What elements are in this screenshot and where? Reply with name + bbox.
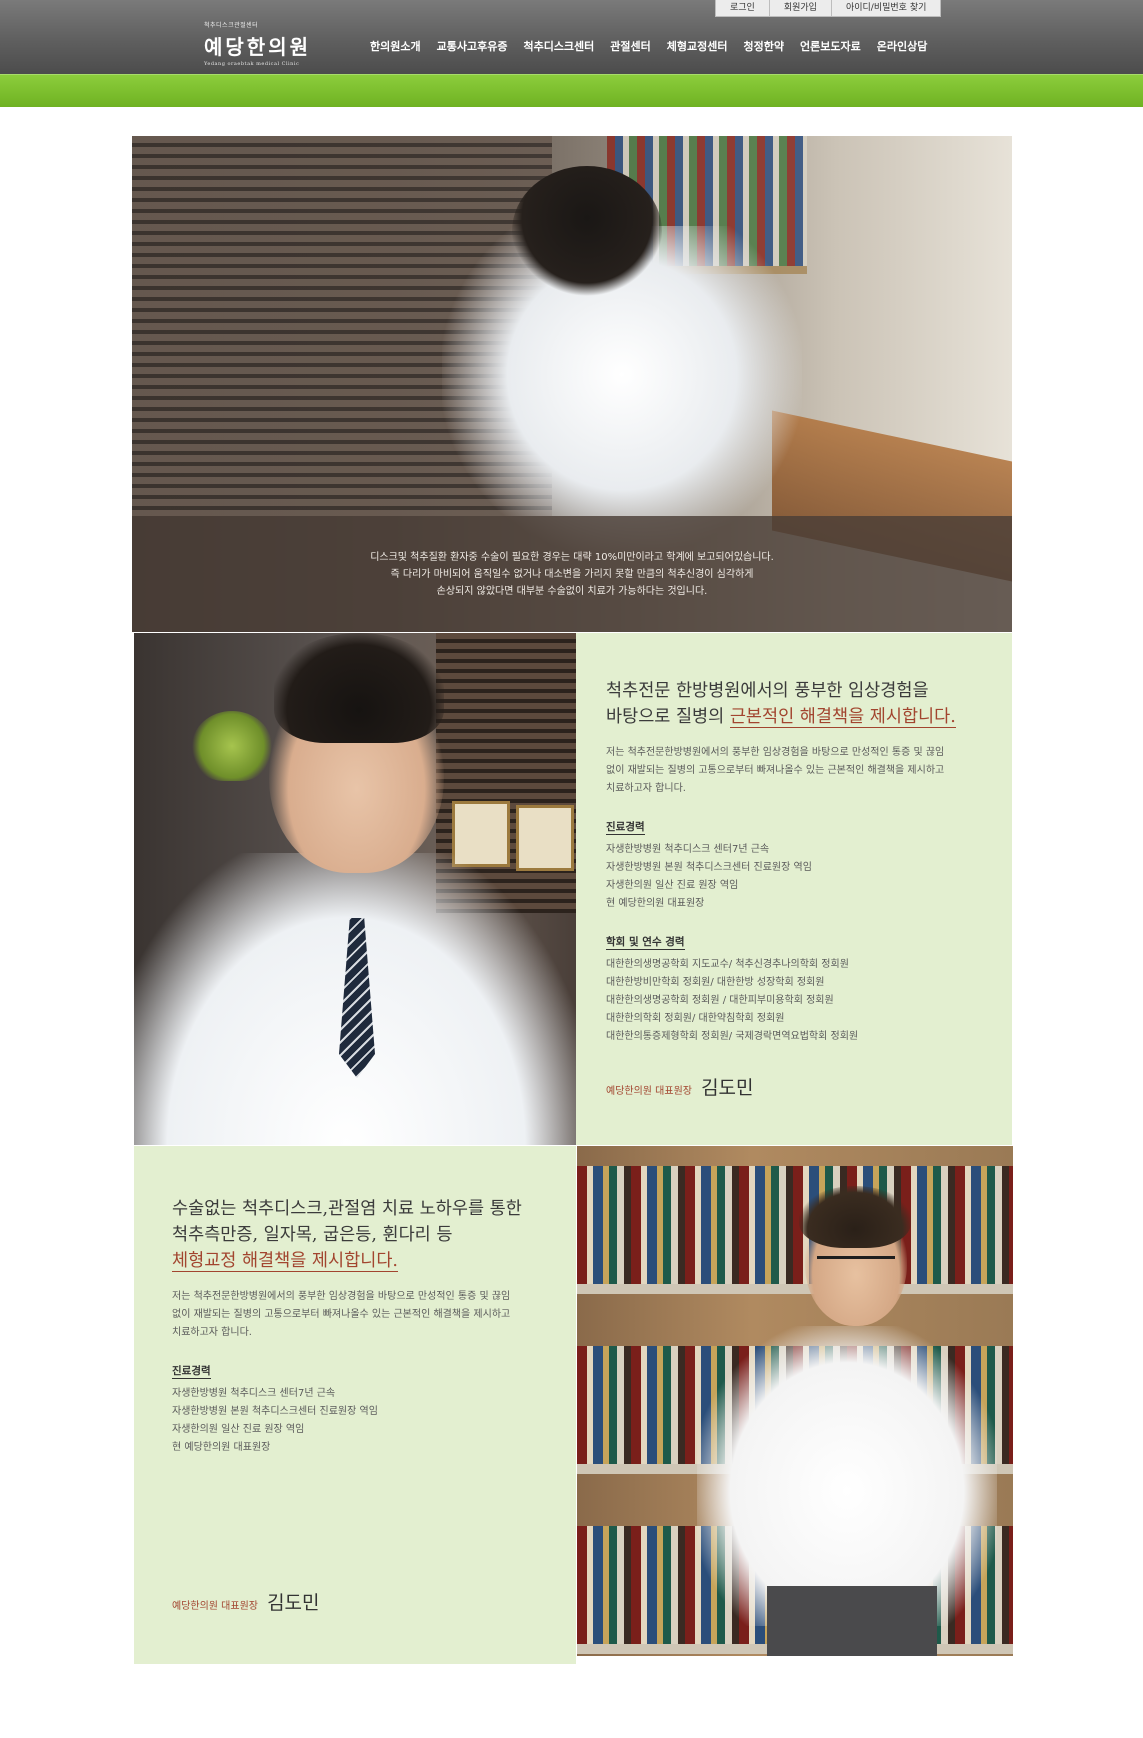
bookshelf-row — [577, 1166, 1013, 1294]
glasses — [817, 1256, 895, 1277]
list-item: 대한한의통증제형학회 정회원/ 국제경락면역요법학회 정회원 — [606, 1031, 859, 1042]
nav-item-joint[interactable]: 관절센터 — [610, 38, 650, 54]
signup-link[interactable]: 회원가입 — [770, 0, 832, 16]
profile-headline: 수술없는 척추디스크,관절염 치료 노하우를 통한 척추측만증, 일자목, 굽은… — [172, 1196, 522, 1274]
list-item: 자생한의원 일산 진료 원장 역임 — [172, 1424, 305, 1435]
list-item: 현 예당한의원 대표원장 — [172, 1442, 271, 1453]
hero-caption-line: 즉 다리가 마비되어 움직일수 없거나 대소변을 가리지 못할 만큼의 척추신경… — [390, 568, 754, 580]
list-item: 자생한방병원 척추디스크 센터7년 근속 — [606, 844, 770, 855]
hero-caption-line: 손상되지 않았다면 대부분 수술없이 치료가 가능하다는 것입니다. — [436, 585, 708, 597]
white-shirt — [697, 1326, 997, 1626]
intro-line: 저는 척추전문한방병원에서의 풍부한 임상경험을 바탕으로 만성적인 통증 및 … — [172, 1291, 511, 1302]
doctor-hair — [274, 633, 444, 743]
dark-trousers — [767, 1586, 937, 1656]
main-nav: 한의원소개 교통사고후유증 척추디스크센터 관절센터 체형교정센터 청정한약 언… — [370, 38, 943, 54]
intro-line: 없이 재발되는 질병의 고통으로부터 빠져나올수 있는 근본적인 해결책을 제시… — [606, 765, 945, 776]
hero-treatment-photo: 디스크및 척추질환 환자중 수술이 필요한 경우는 대략 10%미만이라고 학계… — [132, 136, 1012, 632]
profile-headline: 척추전문 한방병원에서의 풍부한 임상경험을 바탕으로 질병의 근본적인 해결책… — [606, 678, 956, 730]
academic-list: 대한한의생명공학회 지도교수/ 척추신경추나의학회 정회원 대한한방비만학회 정… — [606, 956, 956, 1046]
headline-text: 바탕으로 질병의 — [606, 707, 730, 727]
site-logo[interactable]: 척추디스크관절센터 예당한의원 Yedang oraebtak medical … — [204, 20, 311, 67]
nav-item-herbal[interactable]: 청정한약 — [744, 38, 784, 54]
headline-accent: 체형교정 해결책을 제시합니다. — [172, 1251, 398, 1272]
headline-line: 바탕으로 질병의 근본적인 해결책을 제시합니다. — [606, 704, 956, 730]
career-list: 자생한방병원 척추디스크 센터7년 근속 자생한방병원 본원 척추디스크센터 진… — [172, 1385, 522, 1457]
doctor-hair — [799, 1186, 911, 1248]
headline-line: 척추전문 한방병원에서의 풍부한 임상경험을 — [606, 681, 929, 701]
intro-line: 치료하고자 합니다. — [172, 1327, 252, 1338]
list-item: 대한한의생명공학회 정회원 / 대한피부미용학회 정회원 — [606, 995, 834, 1006]
headline-line: 척추측만증, 일자목, 굽은등, 휜다리 등 — [172, 1225, 453, 1245]
logo-subtitle: 척추디스크관절센터 — [204, 22, 259, 29]
doctor-signature: 예당한의원 대표원장 김도민 — [172, 1588, 320, 1615]
find-account-link[interactable]: 아이디/비밀번호 찾기 — [832, 0, 940, 16]
nav-item-press[interactable]: 언론보도자료 — [800, 38, 861, 54]
green-banner-bar — [0, 74, 1143, 107]
career-title: 진료경력 — [606, 821, 645, 835]
list-item: 대한한의학회 정회원/ 대한약침학회 정회원 — [606, 1013, 785, 1024]
headline-line: 체형교정 해결책을 제시합니다. — [172, 1248, 522, 1274]
nav-item-spine[interactable]: 척추디스크센터 — [523, 38, 594, 54]
signature-name: 김도민 — [267, 1592, 320, 1614]
logo-english: Yedang oraebtak medical Clinic — [204, 61, 300, 67]
nav-item-accident[interactable]: 교통사고후유증 — [437, 38, 508, 54]
list-item: 현 예당한의원 대표원장 — [606, 898, 705, 909]
site-header: 척추디스크관절센터 예당한의원 Yedang oraebtak medical … — [0, 0, 1143, 74]
doctor-portrait-1 — [134, 633, 576, 1145]
doctor-1-profile: 척추전문 한방병원에서의 풍부한 임상경험을 바탕으로 질병의 근본적인 해결책… — [576, 633, 1012, 1145]
career-title: 진료경력 — [172, 1365, 211, 1379]
list-item: 자생한방병원 척추디스크 센터7년 근속 — [172, 1388, 336, 1399]
profile-intro: 저는 척추전문한방병원에서의 풍부한 임상경험을 바탕으로 만성적인 통증 및 … — [172, 1288, 522, 1342]
doctor-head — [512, 166, 662, 296]
signature-title: 예당한의원 대표원장 — [606, 1086, 692, 1097]
headline-accent: 근본적인 해결책을 제시합니다. — [729, 707, 956, 728]
intro-line: 저는 척추전문한방병원에서의 풍부한 임상경험을 바탕으로 만성적인 통증 및 … — [606, 747, 945, 758]
profile-intro: 저는 척추전문한방병원에서의 풍부한 임상경험을 바탕으로 만성적인 통증 및 … — [606, 744, 956, 798]
doctor-signature: 예당한의원 대표원장 김도민 — [606, 1073, 754, 1100]
academic-title: 학회 및 연수 경력 — [606, 936, 685, 950]
list-item: 자생한의원 일산 진료 원장 역임 — [606, 880, 739, 891]
list-item: 자생한방병원 본원 척추디스크센터 진료원장 역임 — [606, 862, 812, 873]
logo-title: 예당한의원 — [204, 35, 311, 59]
doctor-2-profile: 수술없는 척추디스크,관절염 치료 노하우를 통한 척추측만증, 일자목, 굽은… — [134, 1146, 576, 1664]
nav-item-posture[interactable]: 체형교정센터 — [667, 38, 728, 54]
utility-menu: 로그인 회원가입 아이디/비밀번호 찾기 — [715, 0, 942, 17]
intro-line: 없이 재발되는 질병의 고통으로부터 빠져나올수 있는 근본적인 해결책을 제시… — [172, 1309, 511, 1320]
doctor-portrait-2 — [577, 1146, 1013, 1656]
nav-item-about[interactable]: 한의원소개 — [370, 38, 421, 54]
list-item: 자생한방병원 본원 척추디스크센터 진료원장 역임 — [172, 1406, 378, 1417]
list-item: 대한한의생명공학회 지도교수/ 척추신경추나의학회 정회원 — [606, 959, 849, 970]
headline-line: 수술없는 척추디스크,관절염 치료 노하우를 통한 — [172, 1199, 522, 1219]
list-item: 대한한방비만학회 정회원/ 대한한방 성장학회 정회원 — [606, 977, 825, 988]
intro-line: 치료하고자 합니다. — [606, 783, 686, 794]
hero-caption-line: 디스크및 척추질환 환자중 수술이 필요한 경우는 대략 10%미만이라고 학계… — [370, 551, 774, 563]
signature-title: 예당한의원 대표원장 — [172, 1601, 258, 1612]
login-link[interactable]: 로그인 — [716, 0, 770, 16]
nav-item-consult[interactable]: 온라인상담 — [877, 38, 928, 54]
signature-name: 김도민 — [701, 1077, 754, 1099]
career-list: 자생한방병원 척추디스크 센터7년 근속 자생한방병원 본원 척추디스크센터 진… — [606, 841, 956, 913]
plant — [192, 711, 272, 781]
hero-caption: 디스크및 척추질환 환자중 수술이 필요한 경우는 대략 10%미만이라고 학계… — [132, 516, 1012, 632]
